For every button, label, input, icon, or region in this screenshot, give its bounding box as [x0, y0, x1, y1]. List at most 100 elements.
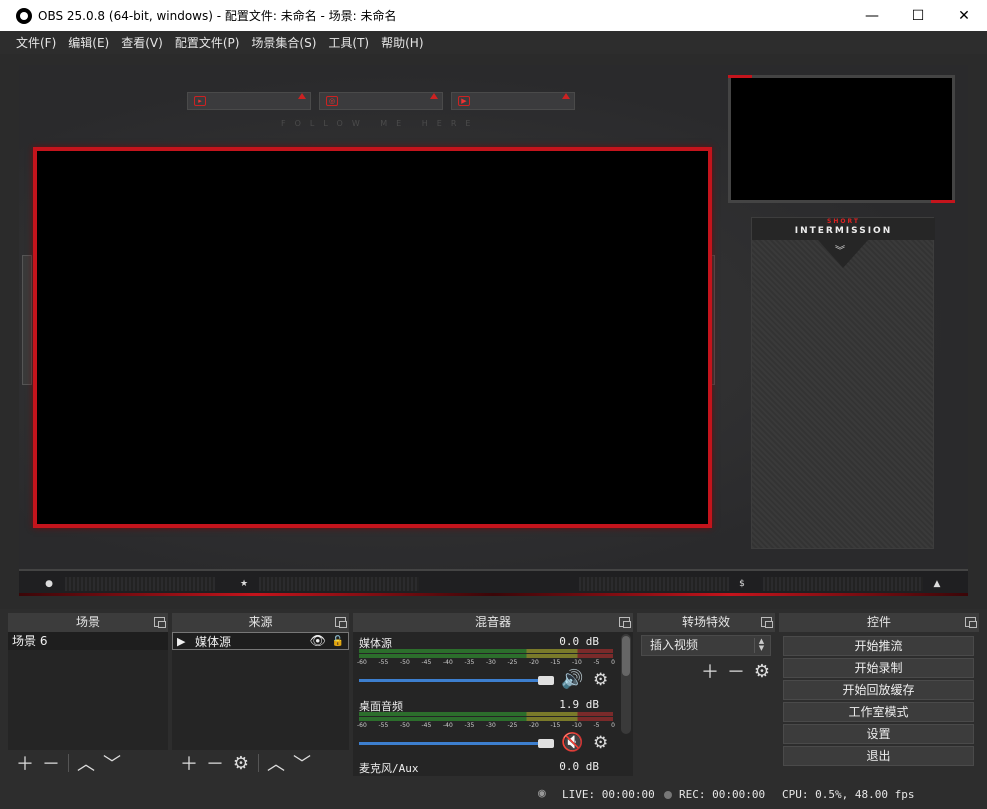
source-name: 媒体源 [195, 635, 232, 649]
undock-icon[interactable] [965, 617, 977, 628]
volume-slider[interactable] [359, 679, 545, 682]
gear-icon[interactable]: ⚙ [593, 733, 608, 753]
studio-mode-button[interactable]: 工作室模式 [783, 702, 974, 722]
star-icon: ★ [239, 579, 249, 589]
mixer-scrollbar[interactable] [621, 634, 631, 734]
start-recording-button[interactable]: 开始录制 [783, 658, 974, 678]
sources-toolbar: ＋ － ⚙ ︿ ﹀ [172, 750, 349, 776]
tick: -15 [550, 722, 561, 729]
volume-meter [359, 712, 613, 716]
bar-segment [579, 577, 729, 591]
remove-scene-button[interactable]: － [38, 750, 64, 776]
eye-icon[interactable]: 👁 [309, 633, 326, 651]
sources-dock-title: 来源 [172, 613, 349, 632]
maximize-button[interactable]: ☐ [895, 0, 941, 31]
undock-icon[interactable] [154, 617, 166, 628]
tick: 0 [611, 722, 615, 729]
add-scene-button[interactable]: ＋ [12, 750, 38, 776]
controls-body: 开始推流 开始录制 开始回放缓存 工作室模式 设置 退出 [779, 632, 979, 776]
dollar-icon: $ [739, 579, 745, 589]
transition-select[interactable]: 插入视频 ▲ ▼ [641, 635, 771, 656]
start-replay-buffer-button[interactable]: 开始回放缓存 [783, 680, 974, 700]
list-item[interactable]: 场景 6 [8, 632, 168, 650]
list-item[interactable]: ▶ 媒体源 👁 🔓 [172, 632, 349, 650]
scenes-toolbar: ＋ － ︿ ﹀ [8, 750, 168, 776]
remove-transition-button[interactable]: － [723, 658, 749, 684]
tick: -50 [400, 722, 410, 729]
source-settings-gear-icon[interactable]: ⚙ [228, 750, 254, 776]
gear-icon[interactable]: ⚙ [593, 670, 608, 690]
move-up-button[interactable]: ︿ [263, 750, 289, 776]
undock-icon[interactable] [335, 617, 347, 628]
drop-icon: ▲ [933, 579, 941, 589]
exit-button[interactable]: 退出 [783, 746, 974, 766]
social-pill-youtube: ▶ [451, 92, 575, 110]
instagram-icon: ◎ [326, 96, 338, 106]
tick: -25 [507, 659, 518, 666]
tick: -55 [378, 659, 389, 666]
speaker-icon[interactable]: 🔊 [561, 669, 583, 690]
webcam-frame [728, 75, 955, 203]
preview-area[interactable]: ▸ ◎ ▶ FOLLOW ME HERE SHORT INTERMISSION … [0, 54, 987, 609]
cpu-status: CPU: 0.5%, 48.00 fps [782, 788, 915, 801]
scrollbar-thumb[interactable] [622, 636, 630, 676]
settings-button[interactable]: 设置 [783, 724, 974, 744]
add-transition-button[interactable]: ＋ [697, 658, 723, 684]
add-source-button[interactable]: ＋ [176, 750, 202, 776]
obs-logo-icon [16, 7, 32, 24]
mixer-channel: 桌面音频 1.9 dB -60 -55 -50 -45 -40 -35 -30 -25 -20-… [355, 698, 617, 758]
start-streaming-button[interactable]: 开始推流 [783, 636, 974, 656]
move-down-button[interactable]: ﹀ [289, 750, 315, 776]
scenes-title-label: 场景 [75, 615, 100, 629]
speaker-muted-icon[interactable]: 🔇 [561, 732, 583, 753]
menu-file[interactable]: 文件(F) [10, 34, 62, 51]
meter-ticks: -60 -55 -50 -45 -40 -35 -30 -25 -20 -15 -10 -5 0 [357, 659, 615, 666]
lock-icon[interactable]: 🔓 [332, 633, 344, 651]
tick: -55 [378, 722, 389, 729]
tick: -50 [400, 659, 410, 666]
channel-name: 麦克风/Aux [359, 762, 419, 775]
controls-dock-title: 控件 [779, 613, 979, 632]
transitions-dock-title: 转场特效 [637, 613, 775, 632]
tick: -20 [529, 722, 539, 729]
social-pill-twitter: ▸ [187, 92, 311, 110]
intermission-panel: SHORT INTERMISSION ︾ [751, 217, 935, 549]
sources-dock: 来源 ▶ 媒体源 👁 🔓 ＋ － ⚙ ︿ ﹀ [172, 613, 349, 776]
tick: -10 [572, 659, 582, 666]
volume-meter [359, 717, 613, 721]
move-up-button[interactable]: ︿ [73, 750, 99, 776]
scenes-list[interactable]: 场景 6 ＋ － ︿ ﹀ [8, 632, 168, 776]
menu-view[interactable]: 查看(V) [115, 34, 169, 51]
tick: -20 [529, 659, 539, 666]
volume-slider-handle[interactable] [538, 676, 554, 685]
transition-selected-value: 插入视频 [650, 638, 699, 652]
volume-slider[interactable] [359, 742, 545, 745]
menu-profile[interactable]: 配置文件(P) [169, 34, 246, 51]
menu-edit[interactable]: 编辑(E) [62, 34, 115, 51]
toolbar-separator [68, 754, 69, 772]
volume-slider-handle[interactable] [538, 739, 554, 748]
undock-icon[interactable] [619, 617, 631, 628]
frame-left-notch [22, 255, 32, 385]
tick: -30 [486, 659, 496, 666]
sources-list[interactable]: ▶ 媒体源 👁 🔓 ＋ － ⚙ ︿ ﹀ [172, 632, 349, 776]
tick: -40 [443, 722, 453, 729]
controls-title-label: 控件 [866, 615, 891, 629]
scenes-dock-title: 场景 [8, 613, 168, 632]
spin-arrows-icon[interactable]: ▲ ▼ [754, 638, 768, 653]
menu-scene-collection[interactable]: 场景集合(S) [245, 34, 322, 51]
minimize-button[interactable]: — [849, 0, 895, 31]
remove-source-button[interactable]: － [202, 750, 228, 776]
transitions-dock: 转场特效 插入视频 ▲ ▼ ＋ － ⚙ [637, 613, 775, 776]
close-button[interactable]: ✕ [941, 0, 987, 31]
undock-icon[interactable] [761, 617, 773, 628]
menu-help[interactable]: 帮助(H) [375, 34, 429, 51]
status-bar: ◉ LIVE: 00:00:00 REC: 00:00:00 CPU: 0.5%… [0, 780, 987, 809]
menu-tools[interactable]: 工具(T) [322, 34, 375, 51]
tick: -5 [593, 722, 600, 729]
transition-settings-gear-icon[interactable]: ⚙ [749, 658, 775, 684]
preview-canvas[interactable]: ▸ ◎ ▶ FOLLOW ME HERE SHORT INTERMISSION … [19, 65, 968, 596]
title-bar: OBS 25.0.8 (64-bit, windows) - 配置文件: 未命名… [0, 0, 987, 31]
move-down-button[interactable]: ﹀ [99, 750, 125, 776]
mixer-channel: 媒体源 0.0 dB -60 -55 -50 -45 -40 -35 -30 -25 -20 -1… [355, 635, 617, 695]
